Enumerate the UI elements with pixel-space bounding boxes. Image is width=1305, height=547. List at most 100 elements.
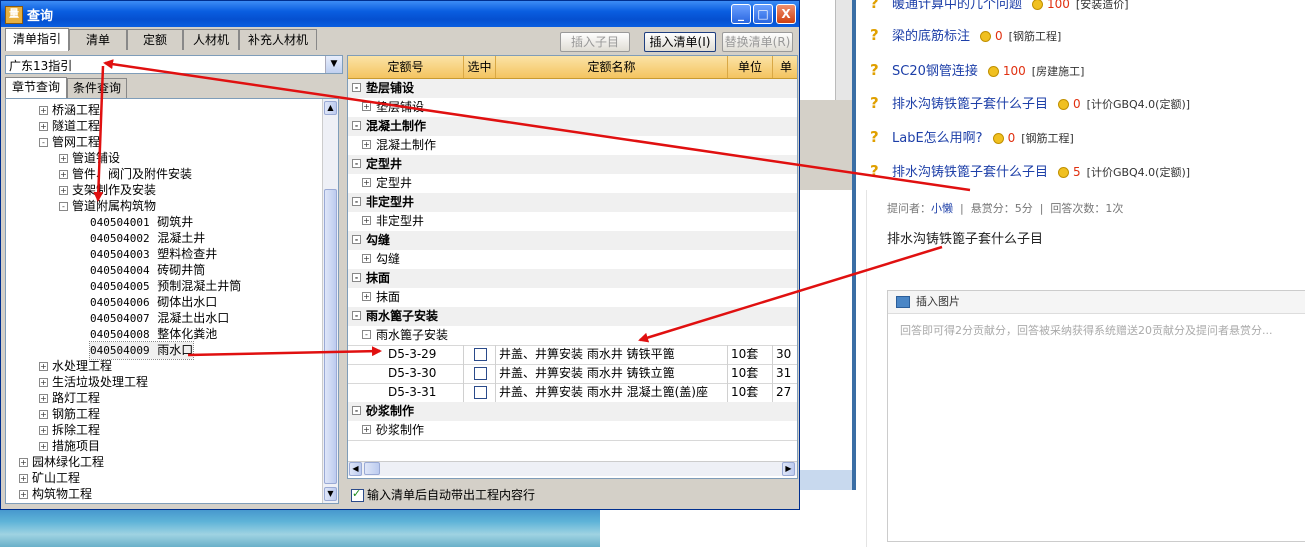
expand-icon[interactable]: + xyxy=(362,216,371,225)
collapse-icon[interactable]: - xyxy=(59,202,68,211)
scroll-right-icon[interactable]: ▶ xyxy=(782,462,795,476)
subgroup-row[interactable]: + 非定型井 xyxy=(348,212,797,232)
group-row[interactable]: - 非定型井 xyxy=(348,193,797,213)
group-row[interactable]: - 砂浆制作 xyxy=(348,402,797,422)
collapse-icon[interactable]: - xyxy=(352,235,361,244)
subgroup-row[interactable]: - 雨水篦子安装 xyxy=(348,326,797,346)
select-checkbox[interactable] xyxy=(474,348,487,361)
category-tag[interactable]: [房建施工] xyxy=(1032,65,1085,78)
expand-icon[interactable]: + xyxy=(19,458,28,467)
expand-icon[interactable]: + xyxy=(39,378,48,387)
tab-labor-material[interactable]: 人材机 xyxy=(183,29,239,50)
category-tag[interactable]: [钢筋工程] xyxy=(1009,30,1062,43)
expand-icon[interactable]: + xyxy=(19,474,28,483)
col-price[interactable]: 单 xyxy=(773,56,797,78)
quota-select[interactable] xyxy=(464,345,496,364)
category-tag[interactable]: [计价GBQ4.0(定额)] xyxy=(1087,166,1190,179)
subgroup-row[interactable]: + 抹面 xyxy=(348,288,797,308)
tab-chapter-query[interactable]: 章节查询 xyxy=(5,77,67,99)
tab-supplement[interactable]: 补充人材机 xyxy=(239,29,317,50)
quota-row[interactable]: D5-3-30 井盖、井箅安装 雨水井 铸铁立篦 10套 31 xyxy=(348,364,797,384)
region-select[interactable]: 广东13指引 ▼ xyxy=(5,55,343,74)
question-title[interactable]: 排水沟铸铁篦子套什么子目 0 [计价GBQ4.0(定额)] xyxy=(892,89,1190,120)
tab-quota[interactable]: 定额 xyxy=(127,29,183,50)
expand-icon[interactable]: + xyxy=(39,410,48,419)
group-row[interactable]: - 定型井 xyxy=(348,155,797,175)
question-item[interactable]: ? 排水沟铸铁篦子套什么子目 0 [计价GBQ4.0(定额)] xyxy=(870,89,1305,119)
quota-select[interactable] xyxy=(464,383,496,402)
question-item[interactable]: ? 暖通计算中的几个问题 100 [安装造价] xyxy=(870,0,1305,19)
subgroup-row[interactable]: + 混凝土制作 xyxy=(348,136,797,156)
quota-row[interactable]: D5-3-31 井盖、井箅安装 雨水井 混凝土篦(盖)座 10套 27 xyxy=(348,383,797,403)
auto-content-option[interactable]: 输入清单后自动带出工程内容行 xyxy=(351,486,535,503)
expand-icon[interactable]: + xyxy=(59,170,68,179)
auto-content-checkbox[interactable] xyxy=(351,487,364,502)
quota-row[interactable]: D5-3-29 井盖、井箅安装 雨水井 铸铁平篦 10套 30 xyxy=(348,345,797,365)
hscroll-thumb[interactable] xyxy=(364,462,380,475)
expand-icon[interactable]: + xyxy=(39,122,48,131)
scroll-down-icon[interactable]: ▼ xyxy=(324,487,337,501)
scroll-thumb[interactable] xyxy=(324,189,337,484)
subgroup-row[interactable]: + 垫层铺设 xyxy=(348,98,797,118)
answer-textarea[interactable]: 回答即可得2分贡献分，回答被采纳获得系统赠送20贡献分及提问者悬赏分... xyxy=(888,314,1305,346)
expand-icon[interactable]: + xyxy=(39,394,48,403)
collapse-icon[interactable]: - xyxy=(352,121,361,130)
expand-icon[interactable]: + xyxy=(39,362,48,371)
insert-list-button[interactable]: 插入清单(I) xyxy=(644,32,716,52)
collapse-icon[interactable]: - xyxy=(352,83,361,92)
tab-condition-query[interactable]: 条件查询 xyxy=(67,78,127,98)
minimize-button[interactable]: _ xyxy=(731,4,751,24)
group-row[interactable]: - 雨水篦子安装 xyxy=(348,307,797,327)
expand-icon[interactable]: + xyxy=(59,154,68,163)
expand-icon[interactable]: + xyxy=(362,178,371,187)
group-row[interactable]: - 抹面 xyxy=(348,269,797,289)
scroll-left-icon[interactable]: ◀ xyxy=(349,462,362,476)
question-title[interactable]: LabE怎么用啊? 0 [钢筋工程] xyxy=(892,123,1074,154)
col-name[interactable]: 定额名称 xyxy=(496,56,728,78)
insert-child-button[interactable]: 插入子目 xyxy=(560,32,630,52)
select-checkbox[interactable] xyxy=(474,386,487,399)
question-item[interactable]: ? LabE怎么用啊? 0 [钢筋工程] xyxy=(870,123,1305,153)
expand-icon[interactable]: + xyxy=(59,186,68,195)
category-tag[interactable]: [钢筋工程] xyxy=(1021,132,1074,145)
tree-scrollbar[interactable]: ▲ ▼ xyxy=(322,99,338,503)
subgroup-row[interactable]: + 勾缝 xyxy=(348,250,797,270)
collapse-icon[interactable]: - xyxy=(362,330,371,339)
tab-list-guide[interactable]: 清单指引 xyxy=(5,28,69,51)
expand-icon[interactable]: + xyxy=(362,254,371,263)
chevron-down-icon[interactable]: ▼ xyxy=(325,56,342,73)
image-icon[interactable] xyxy=(896,296,910,308)
scroll-up-icon[interactable]: ▲ xyxy=(324,101,337,115)
col-unit[interactable]: 单位 xyxy=(728,56,773,78)
expand-icon[interactable]: + xyxy=(362,425,371,434)
col-code[interactable]: 定额号 xyxy=(348,56,464,78)
maximize-button[interactable]: □ xyxy=(753,4,773,24)
question-title[interactable]: 暖通计算中的几个问题 100 [安装造价] xyxy=(892,0,1129,20)
category-tag[interactable]: [安装造价] xyxy=(1076,0,1129,11)
group-row[interactable]: - 混凝土制作 xyxy=(348,117,797,137)
expand-icon[interactable]: + xyxy=(19,490,28,499)
group-row[interactable]: - 勾缝 xyxy=(348,231,797,251)
subgroup-row[interactable]: + 砂浆制作 xyxy=(348,421,797,441)
expand-icon[interactable]: + xyxy=(362,102,371,111)
expand-icon[interactable]: + xyxy=(39,106,48,115)
category-tag[interactable]: [计价GBQ4.0(定额)] xyxy=(1087,98,1190,111)
expand-icon[interactable]: + xyxy=(362,140,371,149)
tab-list[interactable]: 清单 xyxy=(69,29,127,50)
collapse-icon[interactable]: - xyxy=(352,273,361,282)
title-bar[interactable]: 量 查询 _ □ X xyxy=(1,1,799,27)
question-item[interactable]: ? 排水沟铸铁篦子套什么子目 5 [计价GBQ4.0(定额)] xyxy=(870,157,1305,187)
expand-icon[interactable]: + xyxy=(362,292,371,301)
expand-icon[interactable]: + xyxy=(39,442,48,451)
collapse-icon[interactable]: - xyxy=(352,197,361,206)
collapse-icon[interactable]: - xyxy=(352,311,361,320)
collapse-icon[interactable]: - xyxy=(352,406,361,415)
question-item[interactable]: ? SC20钢管连接 100 [房建施工] xyxy=(870,56,1305,86)
question-title[interactable]: 排水沟铸铁篦子套什么子目 5 [计价GBQ4.0(定额)] xyxy=(892,157,1190,188)
replace-list-button[interactable]: 替换清单(R) xyxy=(722,32,793,52)
close-button[interactable]: X xyxy=(776,4,796,24)
collapse-icon[interactable]: - xyxy=(39,138,48,147)
col-selected[interactable]: 选中 xyxy=(464,56,496,78)
asker-link[interactable]: 小懒 xyxy=(931,202,953,215)
group-row[interactable]: - 垫层铺设 xyxy=(348,79,797,99)
